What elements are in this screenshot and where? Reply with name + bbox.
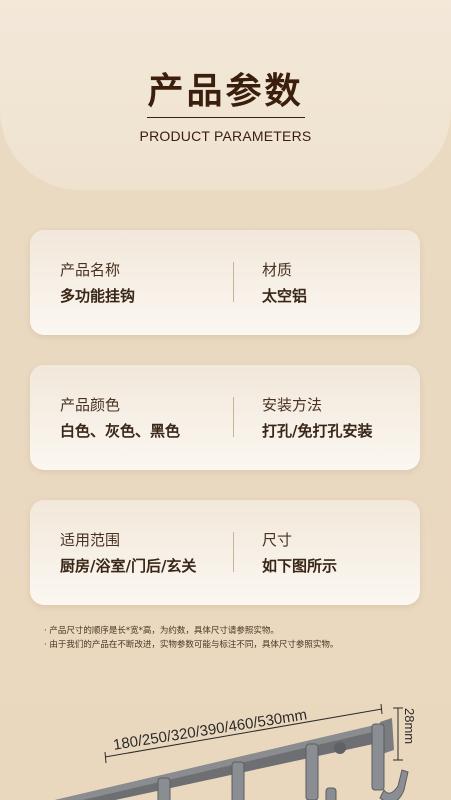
param-cell-color: 产品颜色 白色、灰色、黑色 [60,395,180,441]
notes: · 产品尺寸的顺序是长*宽*高，为约数，具体尺寸请参照实物。 · 由于我们的产品… [44,624,338,652]
note-line: · 产品尺寸的顺序是长*宽*高，为约数，具体尺寸请参照实物。 [44,626,279,636]
param-card-color-install: 产品颜色 白色、灰色、黑色 安装方法 打孔/免打孔安装 [30,365,420,470]
hook [305,743,319,800]
param-value: 打孔/免打孔安装 [262,422,373,440]
param-cell-install: 安装方法 打孔/免打孔安装 [262,395,372,441]
param-label: 尺寸 [262,531,293,549]
title-underline [147,117,305,118]
param-value: 太空铝 [262,287,308,305]
param-value: 多功能挂钩 [60,287,136,305]
param-cell-material: 材质 太空铝 [262,260,307,306]
param-card-scope-size: 适用范围 厨房/浴室/门后/玄关 尺寸 如下图所示 [30,500,420,605]
page-title: 产品参数 [147,71,304,112]
header-panel: 产品参数 PRODUCT PARAMETERS [0,0,451,190]
param-divider [233,397,234,437]
hook [157,777,171,800]
param-label: 安装方法 [262,396,323,414]
param-label: 产品名称 [60,261,121,279]
param-divider [233,532,234,572]
param-value: 如下图所示 [262,557,338,575]
param-label: 适用范围 [60,531,121,549]
screw-icon [334,742,346,754]
param-label: 产品颜色 [60,396,121,414]
page-subtitle: PRODUCT PARAMETERS [139,128,312,144]
param-value: 厨房/浴室/门后/玄关 [60,557,197,575]
param-cell-size: 尺寸 如下图所示 [262,530,337,576]
height-dimension-label: 28mm [402,708,417,745]
param-card-name-material: 产品名称 多功能挂钩 材质 太空铝 [30,230,420,335]
param-divider [233,262,234,302]
param-cell-name: 产品名称 多功能挂钩 [60,260,135,306]
param-cell-scope: 适用范围 厨房/浴室/门后/玄关 [60,530,196,576]
param-label: 材质 [262,261,293,279]
hook [325,787,337,800]
hook [231,761,245,800]
hook [371,723,385,791]
product-hook-rack-illustration [55,703,409,800]
note-line: · 由于我们的产品在不断改进，实物参数可能与标注不同，具体尺寸参照实物。 [44,640,339,650]
param-value: 白色、灰色、黑色 [60,422,181,440]
